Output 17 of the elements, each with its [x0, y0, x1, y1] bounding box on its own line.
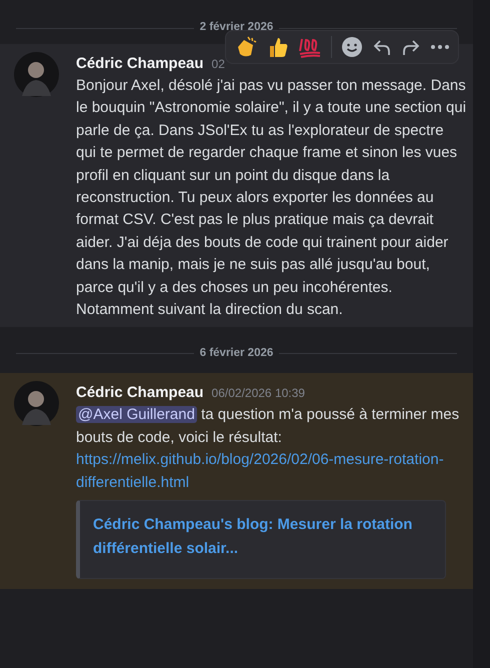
date-divider: 2 février 2026 — [198, 20, 274, 36]
avatar[interactable] — [14, 52, 59, 97]
thumbs-up-icon[interactable] — [267, 35, 289, 59]
preview-title-link[interactable]: Cédric Champeau's blog: Mesurer la rotation différentielle solair... — [93, 513, 433, 562]
message-text: @Axel Guillerand ta question m'a poussé à terminer mes bouts de code, voici le résultat: — [76, 405, 460, 448]
timestamp: 06/02/2026 10:39 — [212, 385, 305, 402]
message-text: Bonjour Axel, désolé j'ai pas vu passer ton message. Dans le bouquin "Astronomie solaire", il y a toute une section qui parle de ça. Dans JSol'Ex tu as l'explorateur de spectre qui te permet de regarder chaque frame et sinon les vues profil en cliquant sur un point du disque dans la reconstruction. Tu peux alors exporter les données au format CSV. C'est pas le plus pratique mais ça devrait aider. J'ai déja des bouts de code qui trainent pour aider dans la manip, mais je ne suis pas allé jusqu'au bout, parce qu'il y a des choses un peu incohérentes. Notamment suivant la direction du scan. — [76, 76, 467, 320]
url-link[interactable]: https://melix.github.io/blog/2026/02/06-mesure-rotation-differentielle.html — [76, 449, 446, 494]
author-name[interactable]: Cédric Champeau — [76, 382, 204, 405]
smiley-icon[interactable] — [341, 36, 363, 58]
author-name[interactable]: Cédric Champeau — [76, 53, 204, 76]
mention-link[interactable]: @Axel Guillerand — [76, 406, 197, 424]
date-divider: 6 février 2026 — [198, 346, 274, 361]
hundred-points-icon[interactable] — [298, 36, 322, 58]
timestamp: 02 — [212, 56, 225, 73]
more-icon[interactable] — [430, 44, 450, 50]
avatar[interactable] — [14, 381, 59, 426]
